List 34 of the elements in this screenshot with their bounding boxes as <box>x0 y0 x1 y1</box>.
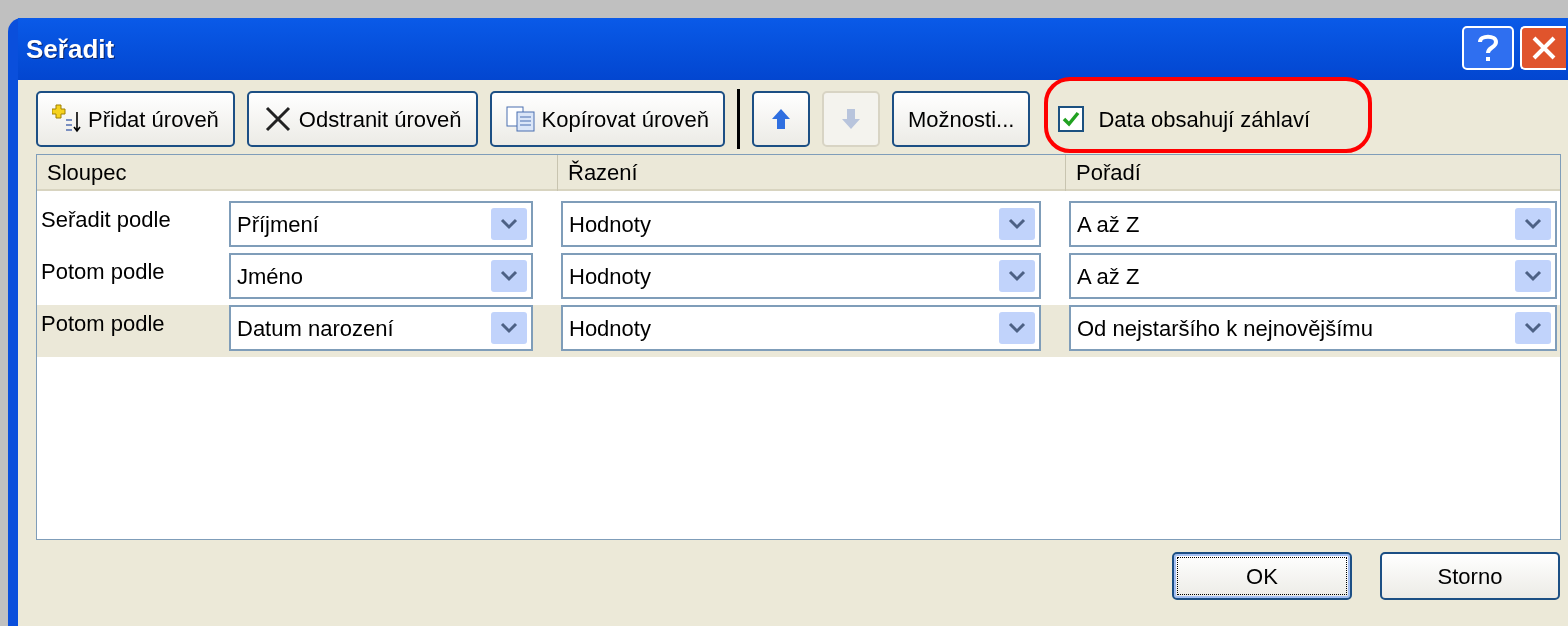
column-header: Řazení <box>557 155 1065 191</box>
dropdown[interactable]: Hodnoty <box>561 201 1041 247</box>
delete-level-button[interactable]: Odstranit úroveň <box>246 91 478 147</box>
arrow-down-icon <box>841 108 862 130</box>
dropdown[interactable]: Datum narození <box>229 305 533 351</box>
row-label: Potom podle <box>41 258 166 286</box>
options-button[interactable]: Možnosti... <box>892 91 1031 147</box>
add-sort-icon <box>52 104 82 134</box>
checkbox[interactable] <box>1058 106 1085 132</box>
check-icon <box>1062 111 1081 127</box>
close-button[interactable] <box>1520 26 1566 70</box>
copy-level-button[interactable]: Kopírovat úroveň <box>489 91 726 147</box>
dropdown[interactable]: Příjmení <box>229 201 533 247</box>
copy-icon <box>505 106 536 132</box>
dropdown[interactable]: A až Z <box>1069 253 1557 299</box>
dropdown[interactable]: Od nejstaršího k nejnovějšímu <box>1069 305 1557 351</box>
dropdown[interactable]: Hodnoty <box>561 253 1041 299</box>
window-title: Seřadit <box>25 32 115 66</box>
row-label: Seřadit podle <box>41 206 172 234</box>
help-icon <box>1477 33 1499 63</box>
arrow-up-icon <box>771 108 792 130</box>
cancel-button[interactable]: Storno <box>1380 552 1560 600</box>
dropdown[interactable]: Hodnoty <box>561 305 1041 351</box>
row-label: Potom podle <box>41 310 166 338</box>
column-header: Pořadí <box>1065 155 1560 191</box>
column-header: Sloupec <box>46 159 128 187</box>
dropdown[interactable]: Jméno <box>229 253 533 299</box>
add-level-button[interactable]: Přidat úroveň <box>36 91 235 147</box>
close-icon <box>1531 35 1557 61</box>
move-up-button[interactable] <box>752 91 811 147</box>
dropdown[interactable]: A až Z <box>1069 201 1557 247</box>
ok-button[interactable]: OK <box>1172 552 1352 600</box>
help-button[interactable] <box>1462 26 1514 70</box>
checkbox-label: Data obsahují záhlaví <box>1098 105 1310 134</box>
